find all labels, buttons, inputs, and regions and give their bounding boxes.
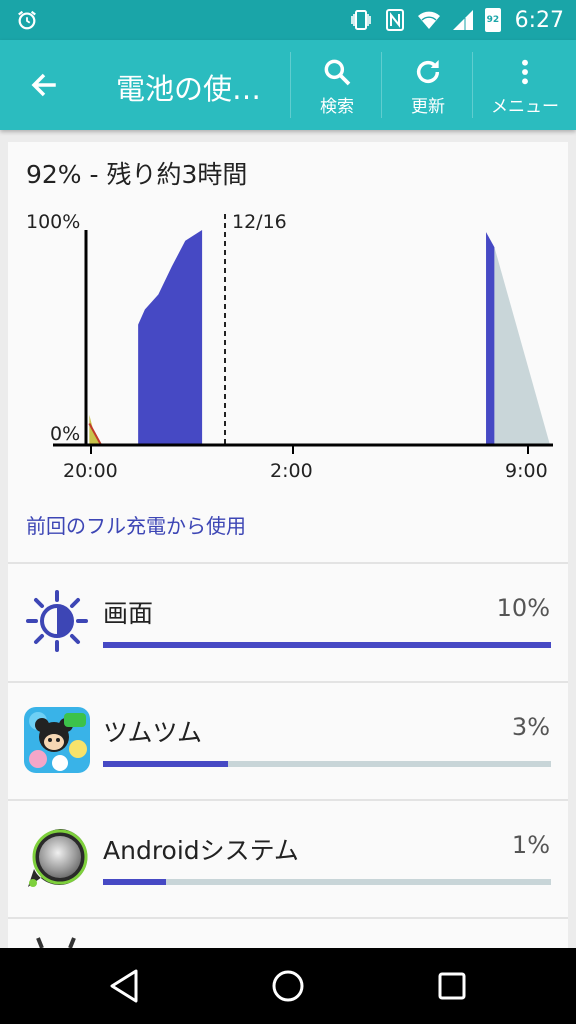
- home-icon: [272, 970, 304, 1002]
- back-icon: [110, 969, 138, 1003]
- usage-bar: [103, 761, 551, 767]
- search-label: 検索: [320, 97, 354, 117]
- battery-chart: 100% 0% 12/16 20:00 2:00 9:00: [8, 202, 568, 492]
- battery-level-area-2: [486, 232, 495, 445]
- usage-item-name: ツムツム: [103, 718, 203, 747]
- usage-bar: [103, 879, 551, 885]
- tsum-tsum-app-icon: [24, 707, 90, 773]
- brightness-icon: [26, 590, 88, 652]
- y-top-label: 100%: [26, 211, 80, 233]
- back-button[interactable]: [14, 60, 74, 110]
- divider: [8, 917, 568, 919]
- vibrate-icon: [350, 10, 371, 30]
- nfc-icon: [385, 9, 404, 31]
- clock: 6:27: [514, 7, 564, 33]
- usage-item-name: Androidシステム: [103, 836, 299, 865]
- usage-item-android-system[interactable]: Androidシステム 1%: [8, 801, 568, 917]
- usage-item-name: 画面: [103, 599, 154, 628]
- usage-item-percent: 3%: [511, 713, 550, 741]
- nav-back-button[interactable]: [84, 962, 164, 1010]
- nav-recents-button[interactable]: [412, 962, 492, 1010]
- battery-level: 92: [486, 15, 500, 25]
- signal-icon: [452, 10, 473, 30]
- refresh-button[interactable]: 更新: [383, 54, 473, 120]
- battery-icon: 92: [484, 8, 501, 32]
- search-icon: [324, 59, 351, 86]
- refresh-icon: [416, 60, 440, 84]
- arrow-left-icon: [31, 73, 56, 97]
- usage-item-screen[interactable]: 画面 10%: [8, 564, 568, 680]
- usage-bar-fill: [103, 879, 166, 885]
- search-button[interactable]: 検索: [292, 54, 382, 120]
- menu-label: メニュー: [491, 97, 559, 117]
- usage-bar-fill: [103, 761, 229, 767]
- battery-projection-area: [494, 247, 550, 445]
- more-vert-icon: [522, 59, 528, 85]
- x-tick-label: 9:00: [505, 460, 548, 482]
- refresh-label: 更新: [411, 97, 445, 117]
- nav-home-button[interactable]: [248, 962, 328, 1010]
- partial-item-icon: [36, 937, 76, 948]
- recents-icon: [438, 972, 466, 1000]
- usage-item-tsumtsum[interactable]: ツムツム 3%: [8, 683, 568, 799]
- x-tick-label: 2:00: [270, 460, 313, 482]
- app-toolbar: 電池の使… 検索 更新 メニュー: [0, 40, 576, 130]
- battery-chart-svg: 100% 0% 12/16 20:00 2:00 9:00: [26, 211, 553, 482]
- battery-summary: 92% - 残り約3時間: [26, 160, 248, 189]
- android-system-icon: [28, 829, 88, 887]
- toolbar-divider: [381, 52, 382, 118]
- wifi-icon: [417, 11, 440, 29]
- page-title: 電池の使…: [116, 72, 262, 106]
- y-bottom-label: 0%: [50, 423, 80, 445]
- toolbar-divider: [472, 52, 473, 118]
- system-nav-bar: [0, 948, 576, 1024]
- battery-level-area-1: [138, 230, 203, 445]
- usage-bar-fill: [103, 642, 551, 648]
- x-tick-label: 20:00: [63, 460, 118, 482]
- status-bar: 92 6:27: [0, 0, 576, 40]
- usage-item-percent: 10%: [496, 594, 550, 622]
- alarm-icon: [18, 10, 36, 30]
- usage-item-percent: 1%: [511, 831, 550, 859]
- battery-usage-card: 92% - 残り約3時間 100% 0% 12/16 20:00 2:00 9:…: [8, 142, 568, 948]
- date-marker-label: 12/16: [232, 211, 287, 233]
- since-full-charge-label: 前回のフル充電から使用: [26, 514, 246, 538]
- usage-bar: [103, 642, 551, 648]
- toolbar-divider: [290, 52, 291, 118]
- menu-button[interactable]: メニュー: [478, 54, 572, 120]
